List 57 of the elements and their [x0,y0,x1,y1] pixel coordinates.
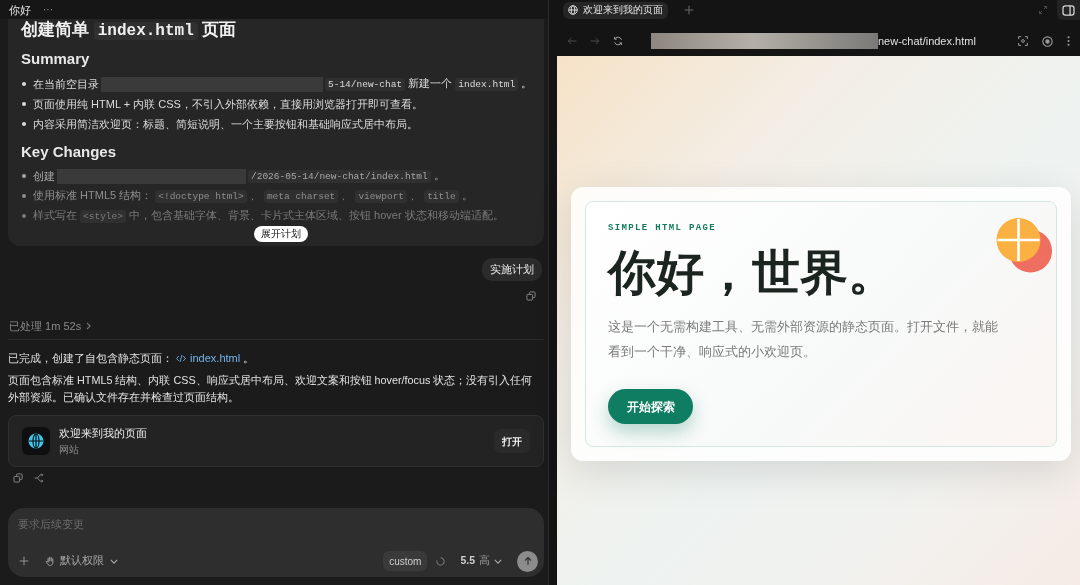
more-button[interactable]: ··· [43,3,53,16]
model-button[interactable]: 5.5 高 [460,553,502,569]
bullet-text: 使用标准 HTML5 结构： <!doctype html> 、 meta charset 、 viewport 、 title 。 [33,188,473,205]
copy-icon[interactable] [13,473,23,483]
chevron-down-icon [494,558,502,564]
chevron-right-icon [86,322,92,330]
more-icon[interactable] [1067,36,1070,46]
bullet-dot-icon [22,194,26,198]
focus-icon[interactable] [1018,36,1028,46]
processed-toggle[interactable]: 已处理 1m 52s [9,320,92,332]
preview-title: 欢迎来到我的页面 [59,426,147,440]
bullet-dot-icon [22,214,26,218]
bullet-text: 5-14/new-chat 新建一个 index.html 。 [325,75,533,93]
globe-icon [568,5,578,15]
hand-icon [45,556,55,566]
chevron-down-icon [110,558,118,564]
arrow-up-icon [522,556,533,566]
bullet-dot-icon [22,82,26,86]
url-text[interactable]: new-chat/index.html [878,34,976,48]
bullet-text: 创建 [33,169,55,184]
code-icon [176,354,187,363]
reply-paragraph: 页面包含标准 HTML5 结构、内联 CSS、响应式居中布局、欢迎文案和按钮 hover/focus 状态；没有引入任何外部资源。已确认文件存在并检查过页面结构。 [8,373,534,405]
copy-icon[interactable] [526,291,536,301]
circle-dot-icon[interactable] [1042,35,1053,47]
page-description: 这是一个无需构建工具、无需外部资源的静态页面。打开文件，就能看到一个干净、响应式的小欢迎页。 [608,318,999,361]
page-title: 你好，世界。 [608,244,896,300]
user-message: 实施计划 [482,258,542,281]
bullet-text: 内容采用简洁欢迎页：标题、简短说明、一个主要按钮和基础响应式居中布局。 [33,117,418,132]
section-heading: Summary [21,49,91,69]
progress-ring-icon [436,556,446,566]
eyebrow-label: SIMPLE HTML PAGE [608,222,716,234]
bullet-text: 样式写在 <style> 中，包含基础字体、背景、卡片式主体区域、按钮 hover 状态和移动端适配。 [33,208,504,225]
browser-tab[interactable]: 欢迎来到我的页面 [563,1,668,19]
permission-button[interactable]: 默认权限 [45,553,118,569]
send-button[interactable] [517,550,538,572]
preview-subtitle: 网站 [59,443,80,456]
bullet-dot-icon [22,102,26,106]
globe-icon [22,427,50,455]
file-link[interactable]: index.html [176,350,241,367]
open-button[interactable]: 打开 [494,429,530,453]
split-arrows-icon[interactable] [34,473,44,483]
cross-disc-icon [996,218,1052,273]
bullet-text: 在当前空目录 [33,77,99,92]
expand-plan-button[interactable]: 展开计划 [253,226,308,242]
section-heading: Key Changes [21,142,118,162]
sidebar-icon[interactable] [1057,0,1080,20]
plus-icon[interactable] [684,5,694,15]
bullet-text: 页面使用纯 HTML + 内联 CSS，不引入外部依赖，直接用浏览器打开即可查看。 [33,97,423,112]
start-button[interactable]: 开始探索 [608,389,693,424]
bullet-dot-icon [22,122,26,126]
reload-icon[interactable] [613,36,623,46]
bullet-dot-icon [22,174,26,178]
reply-summary: 已完成，创建了自包含静态页面： index.html 。 [8,350,544,367]
mode-chip[interactable]: custom [383,551,428,571]
plus-icon[interactable] [19,556,29,566]
window-title: 你好 [9,3,31,16]
plan-heading: 创建简单 index.html 页面 [21,20,238,41]
